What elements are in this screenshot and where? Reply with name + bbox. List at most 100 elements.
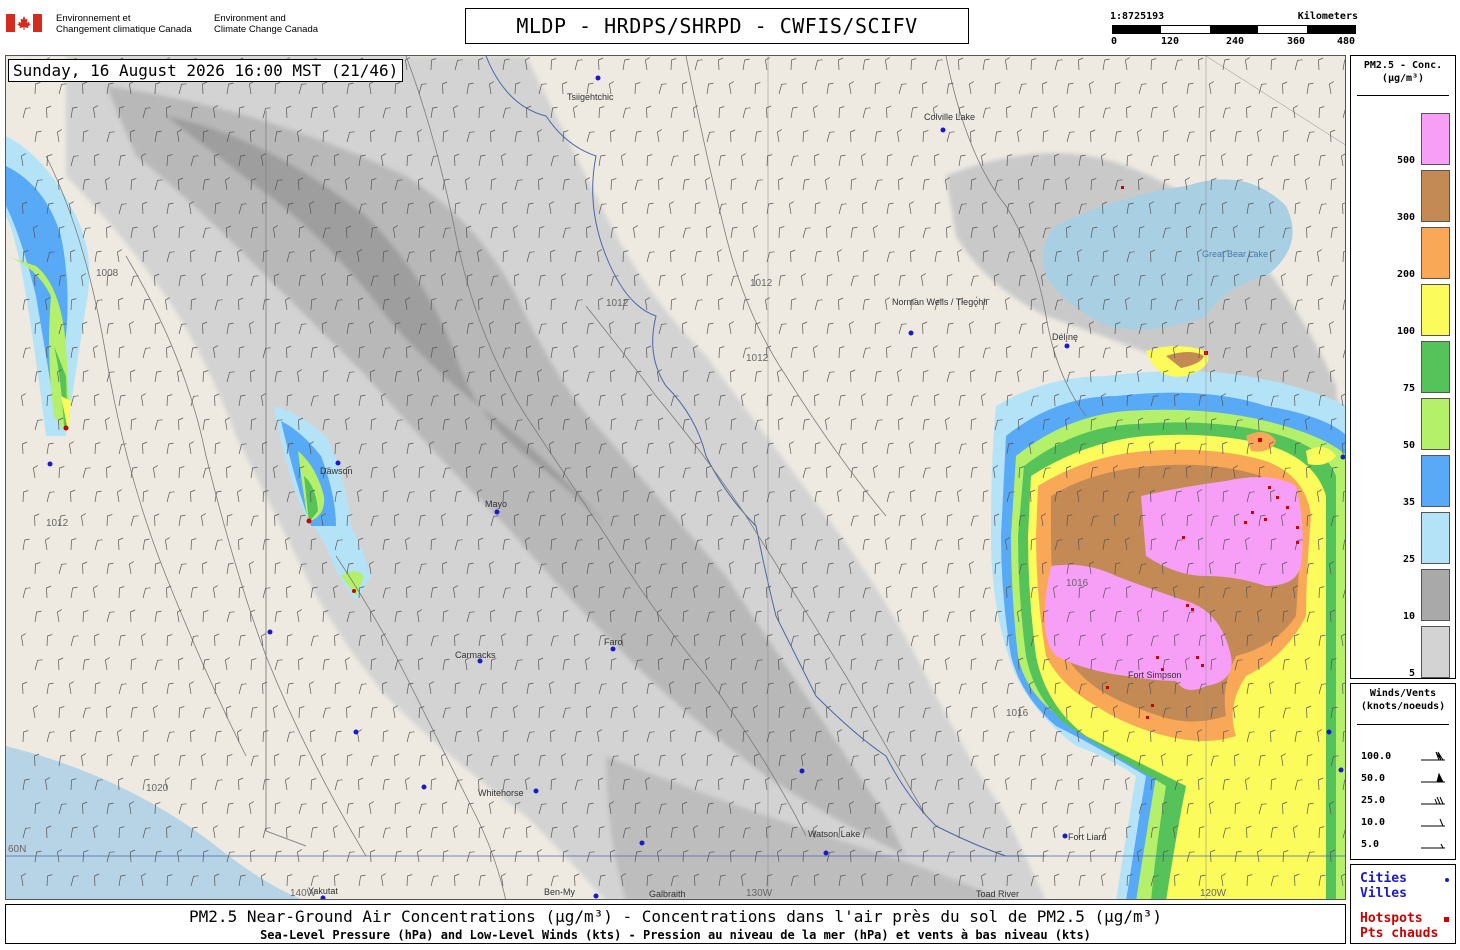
graticule-label: 60N	[8, 844, 26, 855]
city-label: Norman Wells / Tłegǫ́hłı	[892, 296, 988, 307]
city-label: Fort Simpson	[1128, 670, 1182, 680]
city-dot[interactable]	[533, 788, 539, 794]
city-dot[interactable]	[1062, 833, 1068, 839]
wind-speed-label: 25.0	[1361, 795, 1386, 806]
page-title: MLDP - HRDPS/SHRPD - CWFIS/SCIFV	[465, 8, 969, 44]
legend-hotspots-en: Hotspots	[1360, 911, 1423, 926]
graticule-label: 120W	[1200, 888, 1227, 899]
city-dot[interactable]	[940, 127, 946, 133]
wind-barb-icons	[1421, 751, 1445, 849]
map-panel[interactable]: 1012 1012 1012 1012 1008 1016 1016 1020 …	[5, 55, 1346, 900]
legend-swatch-label: 35	[1402, 497, 1415, 508]
city-dot[interactable]	[823, 850, 829, 856]
city-dot[interactable]	[1338, 767, 1344, 773]
department-name-en: Environment and Climate Change Canada	[214, 13, 319, 35]
city-dot[interactable]	[353, 729, 359, 735]
caption-line-2: Sea-Level Pressure (hPa) and Low-Level W…	[260, 928, 1091, 942]
scale-tick: 0	[1110, 36, 1118, 47]
map-caption: PM2.5 Near-Ground Air Concentrations (µg…	[5, 904, 1346, 944]
scale-tick: 480	[1336, 36, 1356, 47]
eccc-logo: Environnement et Changement climatique C…	[6, 10, 336, 44]
legend-hotspots-fr: Pts chauds	[1360, 926, 1439, 941]
isobar-label: 1012	[750, 278, 773, 289]
city-dot[interactable]	[421, 784, 427, 790]
legend-swatch	[1421, 455, 1450, 507]
legend-swatch	[1421, 113, 1450, 165]
legend-swatch	[1421, 227, 1450, 279]
city-dot[interactable]	[639, 840, 645, 846]
city-dot[interactable]	[908, 330, 914, 336]
legend-swatch-label: 500	[1396, 155, 1415, 166]
isobar-label: 1020	[146, 783, 169, 794]
wind-speed-label: 5.0	[1361, 839, 1380, 850]
pm25-legend-title: PM2.5 - Conc. (µg/m³)	[1363, 60, 1443, 84]
city-label: Colville Lake	[924, 112, 975, 122]
hotspot-square-icon	[1444, 917, 1449, 922]
city-dot-icon	[1445, 878, 1449, 882]
wind-speed-label: 50.0	[1361, 773, 1386, 784]
wind-speed-label: 100.0	[1361, 751, 1392, 762]
map-canvas[interactable]: 1012 1012 1012 1012 1008 1016 1016 1020 …	[6, 56, 1346, 900]
graticule-label: 130W	[746, 888, 773, 899]
pm25-legend: PM2.5 - Conc. (µg/m³) 500 300 200 100 75 50 35…	[1350, 55, 1456, 679]
department-name-fr: Environnement et Changement climatique C…	[56, 13, 192, 35]
city-dot[interactable]	[1064, 343, 1070, 349]
city-dot[interactable]	[1326, 729, 1332, 735]
legend-swatch-label: 50	[1402, 440, 1415, 451]
isobar-label: 1016	[1066, 578, 1089, 589]
scale-tick: 360	[1286, 36, 1306, 47]
legend-swatch	[1421, 341, 1450, 393]
points-legend: Cities Villes Hotspots Pts chauds	[1350, 864, 1456, 944]
legend-swatch-label: 300	[1396, 212, 1415, 223]
legend-cities-fr: Villes	[1360, 886, 1407, 901]
forecast-timestamp: Sunday, 16 August 2026 16:00 MST (21/46)	[8, 59, 404, 82]
city-dot[interactable]	[47, 461, 53, 467]
isobar-label: 1012	[746, 353, 769, 364]
legend-swatch-label: 75	[1402, 383, 1415, 394]
city-dot[interactable]	[494, 509, 500, 515]
lake-label: Great Bear Lake	[1202, 249, 1268, 259]
city-label: Watson Lake	[808, 829, 860, 839]
legend-swatch-label: 5	[1408, 668, 1415, 679]
city-label: Ben-My	[544, 887, 576, 897]
scale-bar: 1:8725193 Kilometers 0 120 240 360 480	[1110, 11, 1358, 51]
city-dot[interactable]	[335, 460, 341, 466]
legend-swatch-label: 10	[1402, 611, 1415, 622]
scale-ratio: 1:8725193	[1110, 11, 1165, 22]
isobar-label: 1016	[1006, 708, 1029, 719]
city-label: Faro	[604, 637, 623, 647]
legend-swatch	[1421, 398, 1450, 450]
city-label: Whitehorse	[478, 788, 524, 798]
city-label: Dawson	[320, 466, 353, 476]
city-dot[interactable]	[595, 75, 601, 81]
city-label: Galbraith	[649, 889, 686, 899]
city-label: Fort Liard	[1068, 832, 1107, 842]
city-dot[interactable]	[799, 768, 805, 774]
caption-line-1: PM2.5 Near-Ground Air Concentrations (µg…	[189, 907, 1162, 926]
wind-legend-title: Winds/Vents (knots/noeuds)	[1360, 688, 1446, 712]
legend-swatch-label: 25	[1402, 554, 1415, 565]
legend-swatch	[1421, 512, 1450, 564]
city-dot[interactable]	[267, 629, 273, 635]
scale-tick: 120	[1160, 36, 1180, 47]
city-label: Mayo	[485, 499, 507, 509]
wind-legend: Winds/Vents (knots/noeuds) 100.0 50.0 25…	[1350, 683, 1456, 860]
legend-cities-en: Cities	[1360, 871, 1407, 886]
legend-swatch	[1421, 284, 1450, 336]
canada-flag-icon	[6, 14, 42, 32]
city-dot[interactable]	[610, 646, 616, 652]
city-label: Carmacks	[455, 650, 496, 660]
city-label: Tsiigehtchic	[567, 92, 614, 102]
city-label: Délı̨nę	[1052, 332, 1078, 342]
isobar-label: 1012	[46, 518, 69, 529]
scale-tick: 240	[1225, 36, 1245, 47]
city-dot[interactable]	[593, 893, 599, 899]
legend-swatch-label: 100	[1396, 326, 1415, 337]
city-dot[interactable]	[1340, 454, 1346, 460]
legend-swatch-label: 200	[1396, 269, 1415, 280]
graticule-label: 140W	[290, 888, 317, 899]
scale-units: Kilometers	[1297, 11, 1358, 22]
legend-swatch	[1421, 569, 1450, 621]
scale-bar-graphic	[1112, 25, 1356, 34]
city-label: Toad River	[976, 889, 1019, 899]
